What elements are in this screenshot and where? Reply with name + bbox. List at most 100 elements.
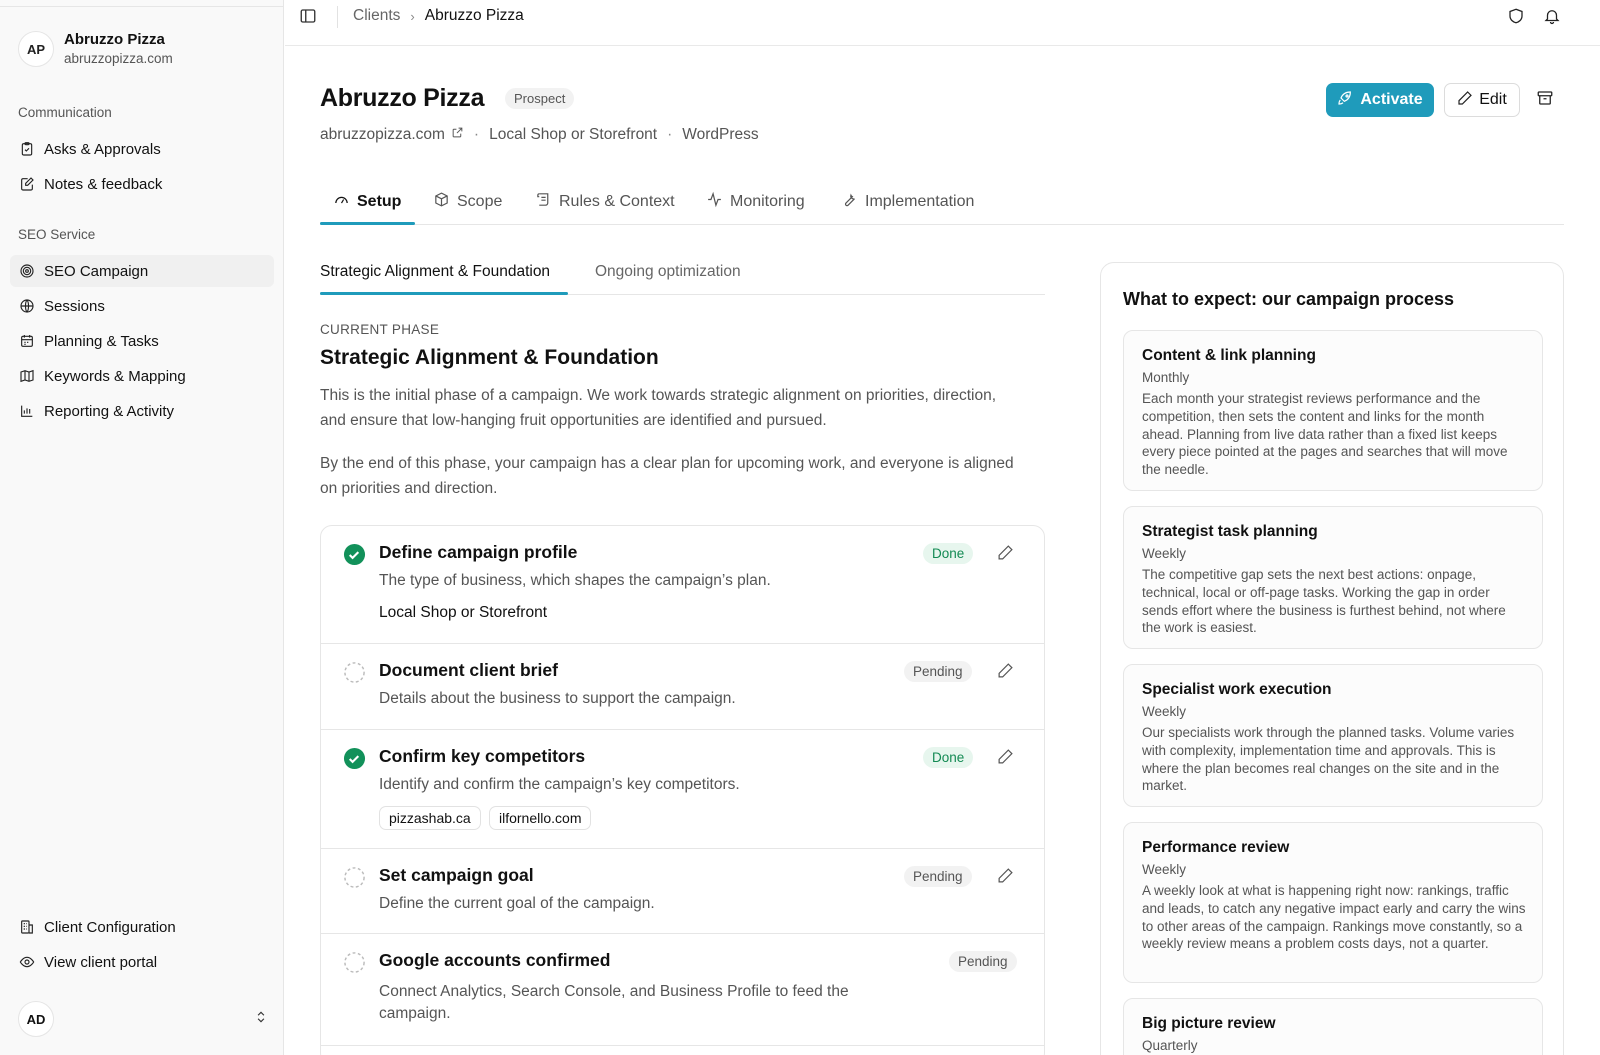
pencil-icon[interactable]: [997, 748, 1015, 766]
step-document-client-brief: Document client brief Pending Details ab…: [321, 643, 1044, 729]
sidebar-item-label: Sessions: [44, 297, 105, 315]
archive-icon[interactable]: [1536, 89, 1558, 111]
tab-label: Rules & Context: [559, 193, 675, 210]
map-icon: [18, 367, 36, 385]
shield-icon[interactable]: [1507, 7, 1527, 27]
process-card: Content & link planning Monthly Each mon…: [1123, 330, 1543, 491]
client-name: Abruzzo Pizza: [64, 31, 165, 48]
card-frequency: Weekly: [1142, 862, 1187, 877]
active-tab-indicator: [320, 222, 415, 225]
sidebar-item-keywords-mapping[interactable]: Keywords & Mapping: [10, 360, 274, 392]
chevron-up-down-icon: [254, 1010, 268, 1029]
step-confirm-key-competitors: Confirm key competitors Done Identify an…: [321, 729, 1044, 848]
sidebar-item-asks-approvals[interactable]: Asks & Approvals: [10, 133, 274, 165]
gauge-icon: [333, 191, 357, 213]
sidebar: AP Abruzzo Pizza abruzzopizza.com Commun…: [0, 0, 284, 1055]
tab-scope[interactable]: Scope: [433, 190, 502, 214]
status-badge: Done: [923, 747, 974, 768]
tab-label: Implementation: [865, 193, 975, 210]
user-menu[interactable]: AD: [18, 1001, 268, 1037]
sidebar-item-label: Notes & feedback: [44, 175, 163, 193]
separator-dot: ·: [473, 126, 480, 143]
tab-implementation[interactable]: Implementation: [841, 190, 974, 214]
breadcrumb-current: Abruzzo Pizza: [424, 7, 524, 24]
sidebar-item-notes-feedback[interactable]: Notes & feedback: [10, 168, 274, 200]
topbar-divider: [337, 6, 338, 28]
sidebar-item-label: Reporting & Activity: [44, 402, 175, 420]
clipboard-check-icon: [18, 140, 36, 158]
phase-outcome: By the end of this phase, your campaign …: [320, 455, 1014, 497]
sidebar-item-planning-tasks[interactable]: Planning & Tasks: [10, 325, 274, 357]
sidebar-item-reporting-activity[interactable]: Reporting & Activity: [10, 395, 274, 427]
tab-label: Monitoring: [730, 193, 805, 210]
tab-monitoring[interactable]: Monitoring: [706, 190, 805, 214]
step-title: Confirm key competitors: [379, 746, 586, 766]
client-domain-link[interactable]: abruzzopizza.com: [320, 126, 464, 144]
sidebar-item-sessions[interactable]: Sessions: [10, 290, 274, 322]
step-description: Connect Analytics, Search Console, and B…: [379, 983, 849, 1022]
setup-checklist: Define campaign profile Done The type of…: [320, 525, 1045, 1055]
card-frequency: Quarterly: [1142, 1038, 1198, 1053]
tab-rules-context[interactable]: Rules & Context: [535, 190, 675, 214]
competitor-chip: pizzashab.ca: [379, 806, 481, 830]
pencil-icon: [1457, 90, 1479, 111]
sidebar-item-client-configuration[interactable]: Client Configuration: [10, 911, 274, 943]
target-icon: [18, 262, 36, 280]
card-frequency: Weekly: [1142, 704, 1187, 719]
tab-setup[interactable]: Setup: [333, 190, 401, 214]
process-card: Big picture review Quarterly: [1123, 998, 1543, 1055]
step-google-accounts-confirmed: Google accounts confirmed Pending Connec…: [321, 933, 1044, 1045]
wrench-icon: [841, 191, 865, 213]
tab-label: Scope: [457, 193, 503, 210]
step-set-campaign-goal: Set campaign goal Pending Define the cur…: [321, 848, 1044, 933]
activate-label: Activate: [1360, 91, 1423, 108]
card-title: Specialist work execution: [1142, 681, 1332, 698]
step-title: Define campaign profile: [379, 542, 578, 562]
campaign-process-panel: What to expect: our campaign process Con…: [1100, 262, 1564, 1055]
breadcrumb-clients-link[interactable]: Clients: [353, 7, 400, 25]
edit-button[interactable]: Edit: [1444, 83, 1520, 117]
check-circle-icon: [343, 747, 366, 770]
subtab-ongoing-optimization[interactable]: Ongoing optimization: [595, 263, 741, 281]
sidebar-item-label: SEO Campaign: [44, 262, 149, 280]
card-body: A weekly look at what is happening right…: [1142, 883, 1526, 952]
client-switcher[interactable]: AP Abruzzo Pizza abruzzopizza.com: [18, 30, 173, 68]
breadcrumb: Clients › Abruzzo Pizza: [353, 7, 524, 25]
pencil-icon[interactable]: [997, 662, 1015, 680]
sidebar-item-label: Asks & Approvals: [44, 140, 161, 158]
sidebar-item-view-client-portal[interactable]: View client portal: [10, 946, 274, 978]
pencil-icon[interactable]: [997, 544, 1015, 562]
sidebar-top-divider: [0, 6, 284, 7]
activate-button[interactable]: Activate: [1326, 83, 1434, 117]
bell-icon[interactable]: [1543, 7, 1563, 27]
sidebar-item-label: Planning & Tasks: [44, 332, 159, 350]
separator-dot: ·: [667, 126, 673, 143]
sidebar-item-seo-campaign[interactable]: SEO Campaign: [10, 255, 274, 287]
client-avatar: AP: [18, 31, 54, 67]
platform: WordPress: [682, 126, 759, 143]
step-next: [321, 1045, 1044, 1055]
competitor-chips: pizzashab.ca ilfornello.com: [379, 806, 779, 832]
sidebar-item-label: View client portal: [44, 953, 158, 971]
external-link-icon: [445, 126, 464, 144]
process-card: Performance review Weekly A weekly look …: [1123, 822, 1543, 983]
subtab-strategic-alignment[interactable]: Strategic Alignment & Foundation: [320, 263, 550, 281]
step-define-campaign-profile: Define campaign profile Done The type of…: [321, 526, 1044, 643]
pencil-icon[interactable]: [997, 867, 1015, 885]
status-badge: Pending: [904, 866, 972, 887]
top-bar: Clients › Abruzzo Pizza: [285, 0, 1600, 46]
step-value: Local Shop or Storefront: [379, 604, 548, 621]
client-domain-text: abruzzopizza.com: [320, 126, 445, 143]
bar-chart-icon: [18, 402, 36, 420]
sidebar-toggle-icon[interactable]: [299, 7, 319, 27]
process-card: Strategist task planning Weekly The comp…: [1123, 506, 1543, 649]
phase-title: Strategic Alignment & Foundation: [320, 346, 659, 369]
tab-label: Setup: [357, 193, 402, 210]
card-title: Content & link planning: [1142, 347, 1316, 364]
rocket-icon: [1337, 90, 1360, 111]
page-title: Abruzzo Pizza: [320, 84, 485, 112]
step-description: The type of business, which shapes the c…: [379, 572, 771, 589]
globe-icon: [18, 297, 36, 315]
step-description: Define the current goal of the campaign.: [379, 895, 655, 912]
status-badge: Pending: [904, 661, 972, 682]
